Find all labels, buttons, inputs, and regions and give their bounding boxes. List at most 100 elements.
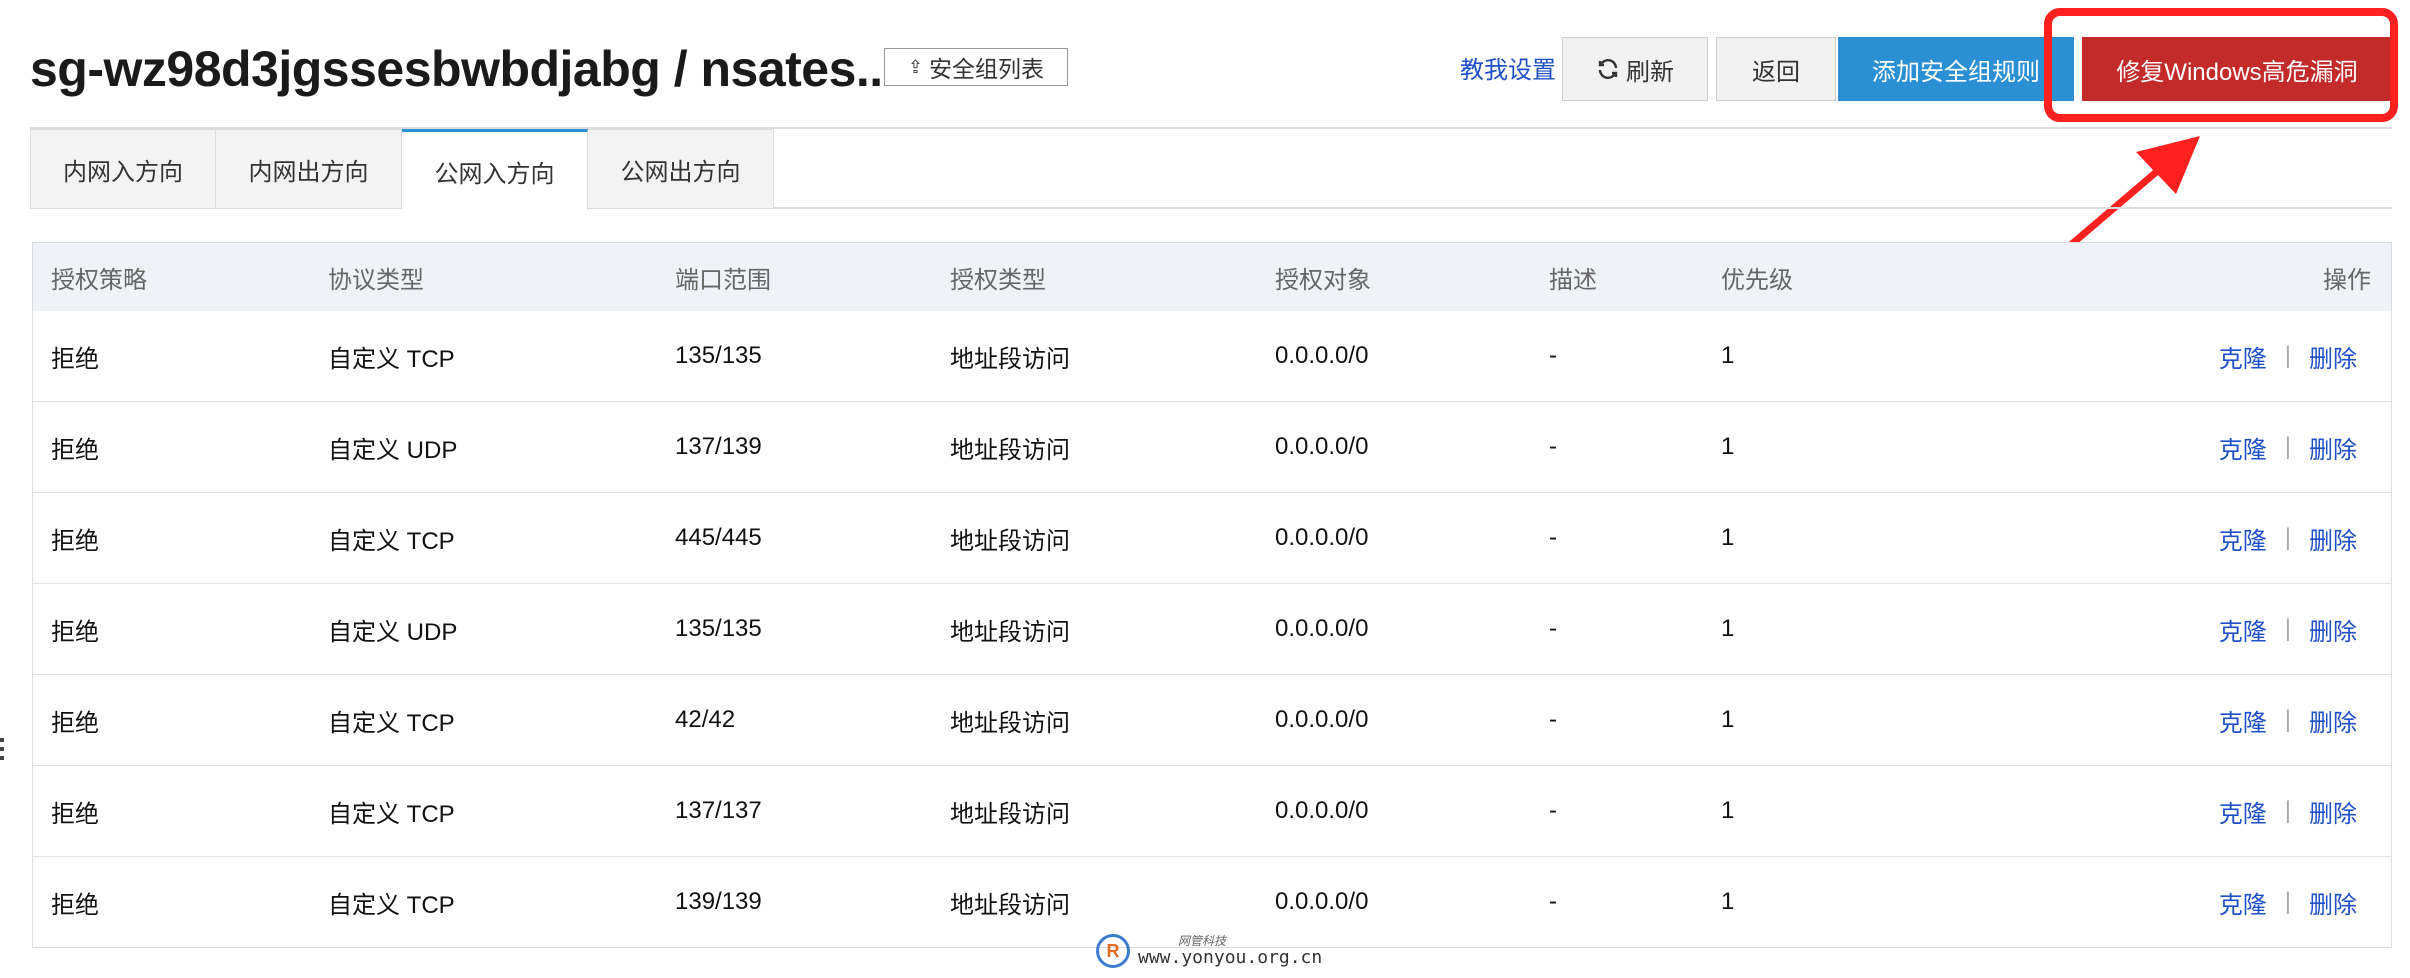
- cell-desc: -: [1549, 342, 1557, 369]
- row-actions: 克隆 | 删除: [2219, 311, 2357, 401]
- cell-target: 0.0.0.0/0: [1275, 797, 1369, 824]
- security-group-list-button[interactable]: ⇪ 安全组列表: [884, 48, 1068, 86]
- clone-link[interactable]: 克隆: [2219, 885, 2267, 920]
- refresh-icon: [1598, 59, 1618, 79]
- action-separator: |: [2284, 797, 2291, 824]
- add-rule-button[interactable]: 添加安全组规则: [1838, 37, 2074, 101]
- cell-auth-type: 地址段访问: [950, 709, 1070, 737]
- cell-port: 445/445: [675, 524, 762, 551]
- row-actions: 克隆 | 删除: [2219, 857, 2357, 947]
- action-separator: |: [2284, 524, 2291, 551]
- cell-port: 137/139: [675, 433, 762, 460]
- cell-target: 0.0.0.0/0: [1275, 615, 1369, 642]
- clone-link[interactable]: 克隆: [2219, 794, 2267, 829]
- action-separator: |: [2284, 342, 2291, 369]
- page-title: sg-wz98d3jgssesbwbdjabg / nsates...: [30, 41, 897, 97]
- row-actions: 克隆 | 删除: [2219, 402, 2357, 492]
- column-header: 协议类型: [328, 266, 424, 294]
- delete-link[interactable]: 删除: [2309, 794, 2357, 829]
- cell-policy: 拒绝: [51, 436, 99, 464]
- row-actions: 克隆 | 删除: [2219, 584, 2357, 674]
- tab-intranet-inbound[interactable]: 内网入方向: [30, 129, 216, 209]
- clone-link[interactable]: 克隆: [2219, 521, 2267, 556]
- security-group-list-label: 安全组列表: [929, 56, 1045, 82]
- clone-link[interactable]: 克隆: [2219, 703, 2267, 738]
- cell-protocol: 自定义 UDP: [328, 436, 458, 464]
- table-row: 拒绝 自定义 UDP 135/135 地址段访问 0.0.0.0/0 - 1 克隆 | 删除: [33, 583, 2391, 674]
- cell-port: 137/137: [675, 797, 762, 824]
- cell-priority: 1: [1721, 706, 1735, 733]
- cell-auth-type: 地址段访问: [950, 345, 1070, 373]
- row-actions: 克隆 | 删除: [2219, 766, 2357, 856]
- refresh-button[interactable]: 刷新: [1562, 37, 1708, 101]
- cell-protocol: 自定义 TCP: [328, 800, 455, 828]
- cell-desc: -: [1549, 433, 1557, 460]
- rules-table: 授权策略 协议类型 端口范围 授权类型 授权对象 描述 优先级 操作 拒绝自定义…: [32, 242, 2392, 948]
- delete-link[interactable]: 删除: [2309, 339, 2357, 374]
- cell-port: 42/42: [675, 706, 736, 733]
- cell-priority: 1: [1721, 797, 1735, 824]
- cell-policy: 拒绝: [51, 527, 99, 555]
- back-button[interactable]: 返回: [1716, 37, 1836, 101]
- table-row: 拒绝 自定义 TCP 445/445 地址段访问 0.0.0.0/0 - 1 克隆 | 删除: [33, 492, 2391, 583]
- tab-internet-outbound[interactable]: 公网出方向: [588, 129, 774, 209]
- clone-link[interactable]: 克隆: [2219, 339, 2267, 374]
- cell-port: 135/135: [675, 615, 762, 642]
- clone-link[interactable]: 克隆: [2219, 430, 2267, 465]
- clone-link[interactable]: 克隆: [2219, 612, 2267, 647]
- cell-auth-type: 地址段访问: [950, 800, 1070, 828]
- row-actions: 克隆 | 删除: [2219, 493, 2357, 583]
- watermark-cn: 网管科技: [1178, 933, 1227, 948]
- tab-internet-inbound[interactable]: 公网入方向: [402, 129, 588, 210]
- cell-port: 135/135: [675, 342, 762, 369]
- column-header: 操作: [2323, 266, 2371, 294]
- table-row: 拒绝 自定义 UDP 137/139 地址段访问 0.0.0.0/0 - 1 克隆 | 删除: [33, 401, 2391, 492]
- delete-link[interactable]: 删除: [2309, 521, 2357, 556]
- delete-link[interactable]: 删除: [2309, 430, 2357, 465]
- delete-link[interactable]: 删除: [2309, 612, 2357, 647]
- action-separator: |: [2284, 615, 2291, 642]
- cell-desc: -: [1549, 524, 1557, 551]
- cell-policy: 拒绝: [51, 618, 99, 646]
- cell-priority: 1: [1721, 342, 1735, 369]
- table-header: 授权策略 协议类型 端口范围 授权类型 授权对象 描述 优先级 操作: [33, 243, 2391, 311]
- cell-protocol: 自定义 TCP: [328, 709, 455, 737]
- action-separator: |: [2284, 888, 2291, 915]
- action-separator: |: [2284, 433, 2291, 460]
- cell-auth-type: 地址段访问: [950, 527, 1070, 555]
- annotation-highlight-box: [2044, 8, 2398, 122]
- cell-priority: 1: [1721, 524, 1735, 551]
- direction-tabs: 内网入方向 内网出方向 公网入方向 公网出方向: [30, 129, 774, 210]
- cell-policy: 拒绝: [51, 891, 99, 919]
- column-header: 优先级: [1721, 266, 1793, 294]
- table-row: 拒绝 自定义 TCP 42/42 地址段访问 0.0.0.0/0 - 1 克隆 | 删除: [33, 674, 2391, 765]
- cell-policy: 拒绝: [51, 709, 99, 737]
- row-actions: 克隆 | 删除: [2219, 675, 2357, 765]
- delete-link[interactable]: 删除: [2309, 703, 2357, 738]
- cell-port: 139/139: [675, 888, 762, 915]
- watermark: R 网管科技 www.yonyou.org.cn: [1096, 926, 1336, 976]
- tabs-divider: [774, 207, 2392, 209]
- cell-desc: -: [1549, 797, 1557, 824]
- watermark-url: www.yonyou.org.cn: [1138, 946, 1323, 968]
- cell-auth-type: 地址段访问: [950, 618, 1070, 646]
- side-handle[interactable]: [0, 738, 6, 765]
- refresh-label: 刷新: [1626, 58, 1674, 86]
- cell-desc: -: [1549, 706, 1557, 733]
- tab-intranet-outbound[interactable]: 内网出方向: [216, 129, 402, 209]
- column-header: 端口范围: [675, 266, 771, 294]
- cell-target: 0.0.0.0/0: [1275, 706, 1369, 733]
- column-header: 授权对象: [1275, 266, 1371, 294]
- tutorial-link[interactable]: 教我设置: [1460, 50, 1556, 85]
- cell-protocol: 自定义 TCP: [328, 345, 455, 373]
- column-header: 授权策略: [51, 266, 147, 294]
- cell-priority: 1: [1721, 615, 1735, 642]
- upload-arrow-icon: ⇪: [907, 56, 924, 77]
- column-header: 授权类型: [950, 266, 1046, 294]
- cell-target: 0.0.0.0/0: [1275, 433, 1369, 460]
- delete-link[interactable]: 删除: [2309, 885, 2357, 920]
- cell-desc: -: [1549, 615, 1557, 642]
- table-row: 拒绝 自定义 TCP 135/135 地址段访问 0.0.0.0/0 - 1 克隆 | 删除: [33, 311, 2391, 401]
- cell-target: 0.0.0.0/0: [1275, 342, 1369, 369]
- cell-priority: 1: [1721, 433, 1735, 460]
